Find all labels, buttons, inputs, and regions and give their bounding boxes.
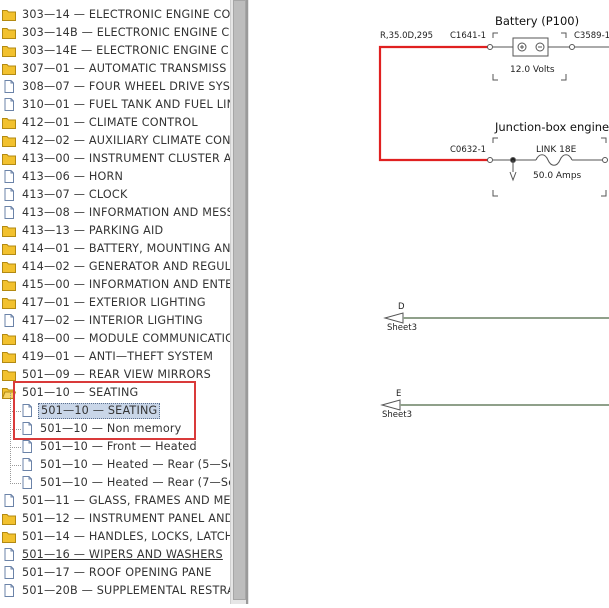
tree-item-label: 310—01 — FUEL TANK AND FUEL LIN bbox=[20, 96, 230, 114]
ref-d-sheet: Sheet3 bbox=[387, 323, 417, 333]
document-icon bbox=[2, 566, 16, 579]
document-icon bbox=[20, 458, 34, 471]
wire-label: R,35.0D,295 bbox=[380, 31, 433, 41]
folder-icon bbox=[2, 368, 16, 381]
tree-item-label: 417—01 — EXTERIOR LIGHTING bbox=[20, 294, 208, 312]
tree-item-label: 303—14E — ELECTRONIC ENGINE C bbox=[20, 42, 230, 60]
ref-e-sheet: Sheet3 bbox=[382, 410, 412, 420]
document-icon bbox=[2, 80, 16, 93]
ref-e-letter: E bbox=[396, 389, 401, 399]
tree-item-label: 419—01 — ANTI—THEFT SYSTEM bbox=[20, 348, 215, 366]
folder-icon bbox=[2, 260, 16, 273]
tree-item-label: 501—10 — Heated — Rear (5—Se bbox=[38, 456, 230, 474]
folder-icon bbox=[2, 26, 16, 39]
tree-item-label: 501—10 — Heated — Rear (7—Se bbox=[38, 474, 230, 492]
tree-item-label: 501—12 — INSTRUMENT PANEL AND bbox=[20, 510, 230, 528]
folder-icon bbox=[2, 278, 16, 291]
battery-voltage: 12.0 Volts bbox=[510, 65, 555, 75]
tree-item-label: 415—00 — INFORMATION AND ENTE bbox=[20, 276, 230, 294]
folder-icon bbox=[2, 224, 16, 237]
folder-icon bbox=[2, 512, 16, 525]
tree-item-label: 303—14B — ELECTRONIC ENGINE C bbox=[20, 24, 230, 42]
folder-icon bbox=[2, 8, 16, 21]
ref-d-arrow bbox=[385, 313, 403, 323]
folder-icon bbox=[2, 350, 16, 363]
link-rating: 50.0 Amps bbox=[533, 171, 582, 181]
document-icon bbox=[2, 314, 16, 327]
tree-item-label: 501—20B — SUPPLEMENTAL RESTRA bbox=[20, 582, 230, 600]
folder-icon bbox=[2, 152, 16, 165]
document-icon bbox=[2, 188, 16, 201]
folder-icon bbox=[2, 296, 16, 309]
tree-item-label: 501—17 — ROOF OPENING PANE bbox=[20, 564, 214, 582]
tree-item-label: 413—08 — INFORMATION AND MESS bbox=[20, 204, 230, 222]
wiring-diagram: R,35.0D,295 Battery (P100) C1641-1 12.0 … bbox=[248, 0, 609, 604]
folder-icon bbox=[2, 44, 16, 57]
tree-item-label: 307—01 — AUTOMATIC TRANSMISS bbox=[20, 60, 229, 78]
document-icon bbox=[2, 98, 16, 111]
document-icon bbox=[2, 494, 16, 507]
tree-item-label: 412—02 — AUXILIARY CLIMATE CON bbox=[20, 132, 230, 150]
highlight-box bbox=[13, 381, 196, 440]
tree-item-label: 412—01 — CLIMATE CONTROL bbox=[20, 114, 200, 132]
tree-item-label: 418—00 — MODULE COMMUNICATIC bbox=[20, 330, 230, 348]
connector-c0632: C0632-1 bbox=[450, 145, 486, 155]
tree-item-label: 501—14 — HANDLES, LOCKS, LATCH bbox=[20, 528, 230, 546]
document-icon bbox=[2, 548, 16, 561]
document-icon bbox=[2, 170, 16, 183]
navigation-tree: 303—14 — ELECTRONIC ENGINE CO303—14B — E… bbox=[0, 0, 230, 604]
document-icon bbox=[20, 476, 34, 489]
document-icon bbox=[2, 584, 16, 597]
document-icon bbox=[2, 206, 16, 219]
folder-icon bbox=[2, 332, 16, 345]
scrollbar-thumb[interactable] bbox=[233, 0, 246, 600]
ref-e-arrow bbox=[382, 400, 400, 410]
connector-c3589: C3589-1 bbox=[574, 31, 609, 41]
folder-icon bbox=[2, 242, 16, 255]
tree-item-label: 414—01 — BATTERY, MOUNTING AN bbox=[20, 240, 230, 258]
tree-item-label: 413—07 — CLOCK bbox=[20, 186, 129, 204]
tree-item-label: 414—02 — GENERATOR AND REGUL bbox=[20, 258, 230, 276]
red-wire bbox=[380, 47, 488, 160]
battery-title: Battery (P100) bbox=[495, 14, 579, 28]
junction-title: Junction-box engine bbox=[494, 120, 609, 134]
tree-item-label: 501—10 — Front — Heated bbox=[38, 438, 199, 456]
folder-icon bbox=[2, 62, 16, 75]
folder-icon bbox=[2, 134, 16, 147]
tree-item-label: 417—02 — INTERIOR LIGHTING bbox=[20, 312, 205, 330]
tree-item-label: 303—14 — ELECTRONIC ENGINE CO bbox=[20, 6, 230, 24]
ref-d-letter: D bbox=[398, 302, 405, 312]
tree-item-label: 308—07 — FOUR WHEEL DRIVE SYS bbox=[20, 78, 230, 96]
folder-icon bbox=[2, 116, 16, 129]
tree-item-label: 413—13 — PARKING AID bbox=[20, 222, 165, 240]
tree-item-label: 413—06 — HORN bbox=[20, 168, 125, 186]
connector-c1641: C1641-1 bbox=[450, 31, 486, 41]
document-icon bbox=[20, 440, 34, 453]
link-label: LINK 18E bbox=[536, 145, 577, 155]
tree-item-label: 413—00 — INSTRUMENT CLUSTER A bbox=[20, 150, 230, 168]
folder-icon bbox=[2, 530, 16, 543]
tree-item-label: 501—11 — GLASS, FRAMES AND ME bbox=[20, 492, 230, 510]
tree-item-label: 501—16 — WIPERS AND WASHERS bbox=[20, 546, 225, 564]
